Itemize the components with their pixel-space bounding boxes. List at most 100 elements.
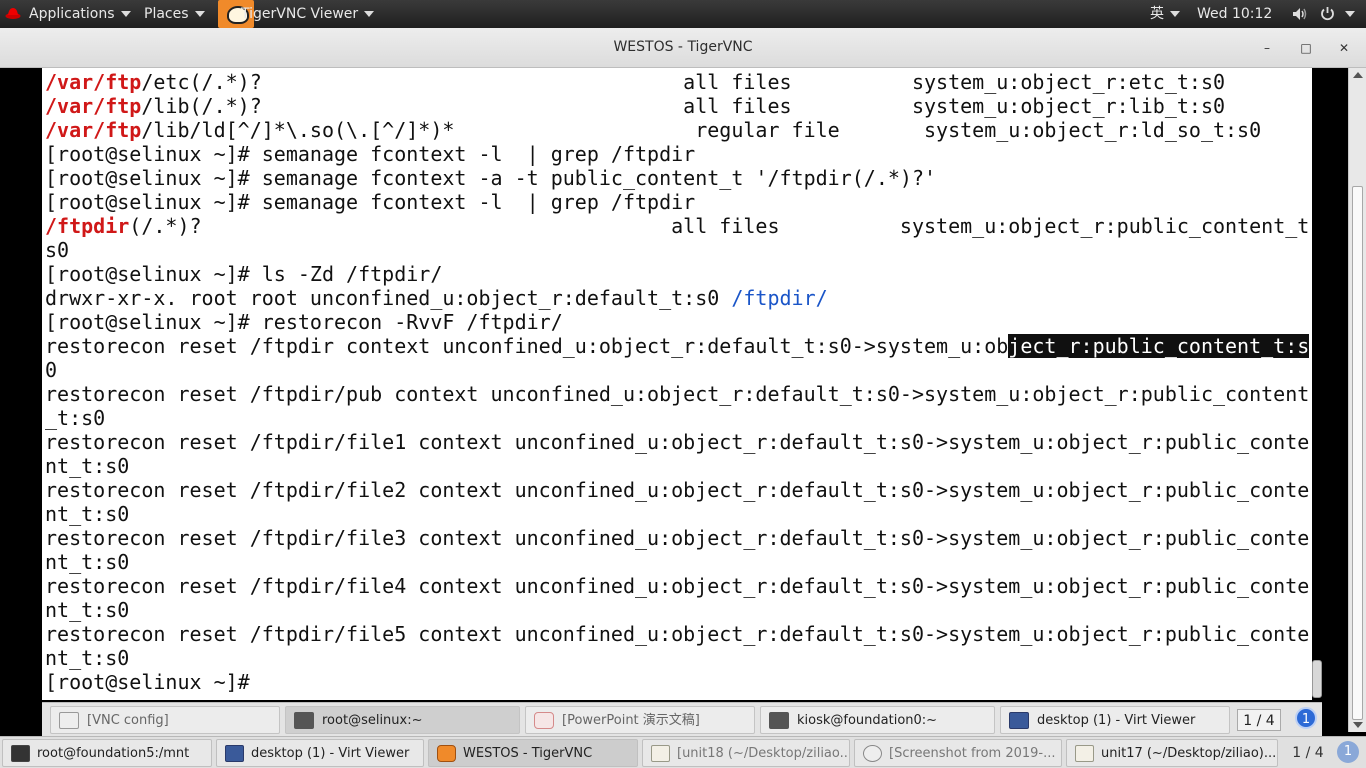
places-menu[interactable]: Places	[144, 0, 205, 28]
scroll-down-icon[interactable]	[1353, 722, 1363, 728]
document-icon	[651, 745, 670, 762]
chevron-down-icon	[1170, 11, 1180, 17]
terminal-text: nt_t:s0	[45, 598, 130, 622]
host-workspace-pager[interactable]: 1 / 4	[1286, 742, 1330, 764]
terminal-icon	[11, 745, 30, 762]
terminal-line: s0	[45, 238, 69, 262]
terminal-line: [root@selinux ~]#	[45, 670, 250, 694]
terminal-line: drwxr-xr-x. root root unconfined_u:objec…	[45, 286, 828, 310]
terminal-line: nt_t:s0	[45, 598, 129, 622]
terminal-line: [root@selinux ~]# semanage fcontext -a -…	[45, 166, 936, 190]
fcontext-path: /var/ftp	[45, 94, 142, 118]
terminal-icon	[769, 712, 789, 729]
terminal-line: restorecon reset /ftpdir/file2 context u…	[45, 478, 1309, 502]
remote-task-virt-viewer[interactable]: desktop (1) - Virt Viewer	[1000, 706, 1230, 734]
volume-icon[interactable]	[1292, 7, 1308, 21]
window-titlebar[interactable]: WESTOS - TigerVNC – □ ✕	[0, 28, 1366, 68]
monitor-icon	[225, 745, 244, 762]
top-bar: Applications Places TigerVNC Viewer 英 We…	[0, 0, 1366, 28]
terminal-line: restorecon reset /ftpdir/file1 context u…	[45, 430, 1309, 454]
terminal-line: nt_t:s0	[45, 646, 129, 670]
app-menu[interactable]: TigerVNC Viewer	[241, 0, 375, 28]
terminal-line: restorecon reset /ftpdir/file5 context u…	[45, 622, 1309, 646]
terminal-text: restorecon reset /ftpdir/file5 context u…	[45, 622, 1310, 646]
terminal-text: [root@selinux ~]# semanage fcontext -l |…	[45, 142, 696, 166]
directory-name: /ftpdir/	[731, 286, 828, 310]
terminal-text: nt_t:s0	[45, 454, 130, 478]
vnc-config-icon	[59, 712, 79, 729]
close-button[interactable]: ✕	[1334, 38, 1354, 58]
task-unit18[interactable]: [unit18 (~/Desktop/ziliao...	[642, 739, 850, 767]
remote-task-vnc-config[interactable]: [VNC config]	[50, 706, 280, 734]
terminal-text: 0	[45, 358, 58, 382]
vnc-scrollbar[interactable]	[1348, 68, 1366, 732]
terminal-text: [root@selinux ~]# semanage fcontext -l |…	[45, 190, 696, 214]
terminal-line: /var/ftp/etc(/.*)? all files system_u:ob…	[45, 70, 1225, 94]
terminal-line: /var/ftp/lib(/.*)? all files system_u:ob…	[45, 94, 1225, 118]
remote-task-powerpoint[interactable]: [PowerPoint 演示文稿]	[525, 706, 755, 734]
terminal-text: drwxr-xr-x. root root unconfined_u:objec…	[45, 286, 732, 310]
task-virt-viewer[interactable]: desktop (1) - Virt Viewer	[216, 739, 424, 767]
terminal-text: nt_t:s0	[45, 550, 130, 574]
terminal-text: /lib(/.*)? all files system_u:object_r:l…	[141, 94, 1226, 118]
terminal-icon	[294, 712, 314, 729]
task-unit17[interactable]: unit17 (~/Desktop/ziliao)...	[1066, 739, 1278, 767]
terminal-text: restorecon reset /ftpdir/file2 context u…	[45, 478, 1310, 502]
document-icon	[1075, 745, 1094, 762]
terminal-text: restorecon reset /ftpdir/pub context unc…	[45, 382, 1310, 406]
terminal-text: restorecon reset /ftpdir/file1 context u…	[45, 430, 1310, 454]
input-method-menu[interactable]: 英	[1150, 0, 1180, 28]
remote-task-kiosk-terminal[interactable]: kiosk@foundation0:~	[760, 706, 995, 734]
terminal-text: nt_t:s0	[45, 502, 130, 526]
terminal-line: [root@selinux ~]# restorecon -RvvF /ftpd…	[45, 310, 563, 334]
terminal-scrollbar[interactable]	[1312, 660, 1322, 698]
redhat-icon	[5, 8, 21, 19]
notification-badge[interactable]: 1	[1295, 707, 1317, 729]
terminal-output[interactable]: /var/ftp/etc(/.*)? all files system_u:ob…	[42, 68, 1312, 700]
terminal-line: /ftpdir(/.*)? all files system_u:object_…	[45, 214, 1312, 238]
workspace-pager[interactable]: 1 / 4	[1237, 709, 1281, 731]
terminal-line: 0	[45, 358, 57, 382]
chevron-down-icon[interactable]	[1345, 11, 1355, 17]
applications-menu[interactable]: Applications	[29, 0, 131, 28]
host-notification-badge[interactable]: 1	[1337, 741, 1359, 763]
remote-task-root-terminal[interactable]: root@selinux:~	[285, 706, 520, 734]
chevron-down-icon	[120, 11, 131, 17]
terminal-text: restorecon reset /ftpdir context unconfi…	[45, 334, 1009, 358]
terminal-line: restorecon reset /ftpdir context unconfi…	[45, 334, 1310, 358]
task-screenshot[interactable]: [Screenshot from 2019-...	[854, 739, 1062, 767]
maximize-button[interactable]: □	[1296, 38, 1316, 58]
chevron-down-icon	[364, 11, 375, 17]
task-root-foundation5[interactable]: root@foundation5:/mnt	[2, 739, 212, 767]
presentation-icon	[534, 712, 554, 729]
terminal-text: /lib/ld[^/]*\.so(\.[^/]*)* regular file …	[141, 118, 1262, 142]
terminal-text: [root@selinux ~]#	[45, 670, 250, 694]
terminal-line: restorecon reset /ftpdir/file3 context u…	[45, 526, 1309, 550]
terminal-text: [root@selinux ~]# semanage fcontext -a -…	[45, 166, 937, 190]
terminal-line: /var/ftp/lib/ld[^/]*\.so(\.[^/]*)* regul…	[45, 118, 1261, 142]
power-icon[interactable]	[1320, 6, 1335, 21]
terminal-text: s0	[45, 238, 70, 262]
scrollbar-thumb[interactable]	[1352, 186, 1363, 720]
monitor-icon	[1009, 712, 1029, 729]
terminal-line: nt_t:s0	[45, 550, 129, 574]
terminal-line: _t:s0	[45, 406, 105, 430]
terminal-text: (/.*)? all files system_u:object_r:publi…	[129, 214, 1312, 238]
terminal-line: [root@selinux ~]# semanage fcontext -l |…	[45, 142, 695, 166]
terminal-text: [root@selinux ~]# ls -Zd /ftpdir/	[45, 262, 443, 286]
task-westos-tigervnc[interactable]: WESTOS - TigerVNC	[428, 739, 638, 767]
terminal-text: _t:s0	[45, 406, 106, 430]
terminal-text: restorecon reset /ftpdir/file4 context u…	[45, 574, 1310, 598]
minimize-button[interactable]: –	[1257, 38, 1277, 58]
terminal-text: [root@selinux ~]# restorecon -RvvF /ftpd…	[45, 310, 563, 334]
scroll-up-icon[interactable]	[1353, 72, 1363, 78]
screenshot-icon	[863, 745, 882, 762]
clock[interactable]: Wed 10:12	[1197, 0, 1272, 28]
window-title: WESTOS - TigerVNC	[613, 39, 753, 55]
terminal-text: nt_t:s0	[45, 646, 130, 670]
terminal-edge	[1312, 68, 1322, 700]
terminal-line: restorecon reset /ftpdir/pub context unc…	[45, 382, 1309, 406]
host-taskbar: root@foundation5:/mnt desktop (1) - Virt…	[0, 736, 1366, 768]
remote-taskbar: [VNC config] root@selinux:~ [PowerPoint …	[42, 702, 1322, 736]
terminal-line: [root@selinux ~]# semanage fcontext -l |…	[45, 190, 695, 214]
